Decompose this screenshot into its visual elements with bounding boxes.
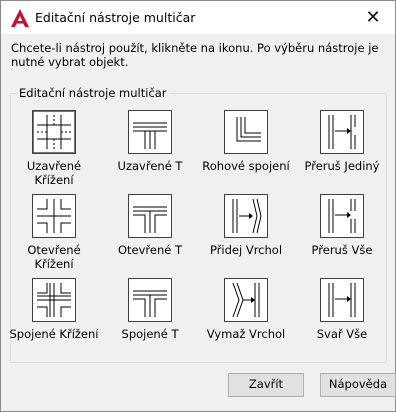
tool-label: Svař Vše xyxy=(316,327,368,341)
tool-open-cross[interactable]: Otevřené Křížení xyxy=(6,194,102,271)
tool-label: Uzavřené T xyxy=(117,159,183,173)
tool-delete-vertex[interactable]: Vymaž Vrchol xyxy=(198,278,294,341)
tool-cut-all[interactable]: Přeruš Vše xyxy=(294,194,390,257)
tool-label: Rohové spojení xyxy=(202,159,290,173)
tool-weld-all[interactable]: Svař Vše xyxy=(294,278,390,341)
tool-label: Přeruš Vše xyxy=(311,243,373,257)
close-icon: ✕ xyxy=(365,7,381,28)
tool-merged-tee[interactable]: Spojené T xyxy=(102,278,198,341)
tool-open-tee[interactable]: Otevřené T xyxy=(102,194,198,257)
close-button[interactable]: Zavřít xyxy=(228,373,304,397)
multiline-edit-tools-dialog: Editační nástroje multičar ✕ Chcete-li n… xyxy=(0,0,396,412)
tool-add-vertex[interactable]: Přidej Vrchol xyxy=(198,194,294,257)
tool-closed-tee[interactable]: Uzavřené T xyxy=(102,110,198,173)
autocad-logo-icon xyxy=(11,9,29,27)
tool-merged-cross[interactable]: Spojené Křížení xyxy=(6,278,102,341)
group-label: Editační nástroje multičar xyxy=(17,86,169,100)
tool-label: Přeruš Jediný xyxy=(304,159,380,173)
tool-label: Spojené T xyxy=(121,327,179,341)
tool-label: Otevřené Křížení xyxy=(27,243,81,271)
tool-label: Otevřené T xyxy=(117,243,183,257)
tool-label: Vymaž Vrchol xyxy=(206,327,286,341)
tool-label: Uzavřené Křížení xyxy=(26,159,82,187)
closed-tee-icon[interactable] xyxy=(128,110,172,154)
tool-cut-single[interactable]: Přeruš Jediný xyxy=(294,110,390,173)
open-cross-icon[interactable] xyxy=(32,194,76,238)
cut-single-icon[interactable] xyxy=(320,110,364,154)
merged-tee-icon[interactable] xyxy=(128,278,172,322)
instruction-text: Chcete-li nástroj použít, klikněte na ik… xyxy=(11,41,379,69)
tool-label: Spojené Křížení xyxy=(9,327,99,341)
add-vertex-icon[interactable] xyxy=(224,194,268,238)
corner-joint-icon[interactable] xyxy=(224,110,268,154)
tool-corner-joint[interactable]: Rohové spojení xyxy=(198,110,294,173)
tools-group: Editační nástroje multičar Uzavřené Kříž… xyxy=(10,86,390,363)
close-window-button[interactable]: ✕ xyxy=(351,1,395,34)
window-title: Editační nástroje multičar xyxy=(35,10,196,25)
tool-closed-cross[interactable]: Uzavřené Křížení xyxy=(6,110,102,187)
title-bar: Editační nástroje multičar ✕ xyxy=(1,1,395,34)
open-tee-icon[interactable] xyxy=(128,194,172,238)
tool-label: Přidej Vrchol xyxy=(209,243,283,257)
delete-vertex-icon[interactable] xyxy=(224,278,268,322)
weld-all-icon[interactable] xyxy=(320,278,364,322)
merged-cross-icon[interactable] xyxy=(32,278,76,322)
closed-cross-icon[interactable] xyxy=(32,110,76,154)
cut-all-icon[interactable] xyxy=(320,194,364,238)
help-button[interactable]: Nápověda xyxy=(320,373,396,397)
